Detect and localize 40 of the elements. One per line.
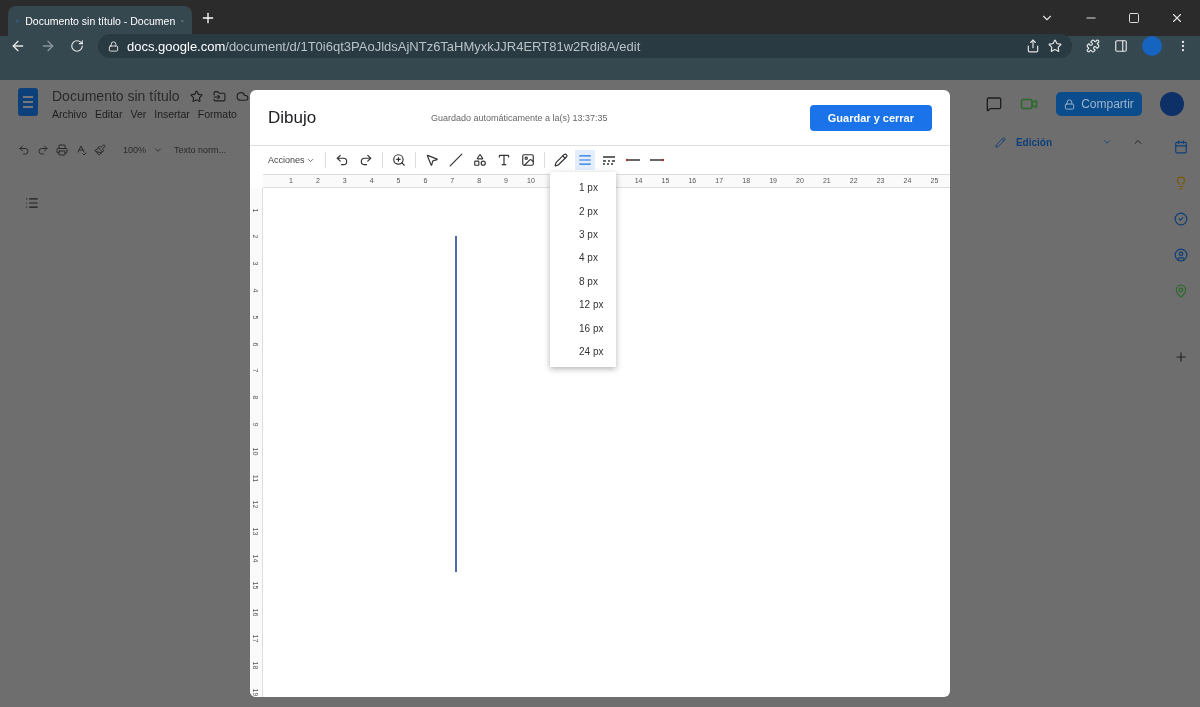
- menu-option[interactable]: 2 px: [550, 199, 616, 223]
- profile-avatar[interactable]: [1160, 92, 1184, 116]
- menu-option[interactable]: 8 px: [550, 269, 616, 293]
- line-start-icon[interactable]: [624, 157, 641, 164]
- address-bar[interactable]: docs.google.com/document/d/1T0i6qt3PAoJldsAjNTz6TaHMyxkJJR4ERT81w2Rdi8A/edit: [98, 34, 1072, 58]
- lock-icon: [1064, 98, 1076, 110]
- tab-title: Documento sin título - Documen: [25, 15, 176, 27]
- back-icon[interactable]: [10, 38, 26, 54]
- folder-icon[interactable]: [212, 89, 226, 103]
- url-host: docs.google.com: [127, 38, 226, 54]
- browser-tab[interactable]: Documento sin título - Documen: [8, 6, 192, 36]
- extensions-icon[interactable]: [1086, 39, 1100, 53]
- pencil-icon: [994, 136, 1006, 148]
- forward-icon[interactable]: [40, 38, 56, 54]
- dialog-title: Dibujo: [268, 107, 318, 128]
- new-tab-icon[interactable]: [200, 10, 216, 26]
- autosave-status: Guardado automáticamente a la(s) 13:37:35: [431, 112, 609, 123]
- menu-option[interactable]: 1 px: [550, 176, 616, 200]
- outline-icon[interactable]: [25, 196, 39, 210]
- menu-option[interactable]: 24 px: [550, 339, 616, 364]
- cloud-icon[interactable]: [235, 89, 249, 103]
- print-icon[interactable]: [56, 144, 68, 156]
- reload-icon[interactable]: [70, 39, 84, 53]
- menu-option[interactable]: 3 px: [550, 222, 616, 247]
- comment-icon[interactable]: [986, 96, 1002, 112]
- save-close-button[interactable]: Guardar y cerrar: [809, 104, 932, 131]
- url-path: /document/d/1T0i6qt3PAoJldsAjNTz6TaHMyxkJJR4ERT81w2Rdi8A/edit: [225, 38, 641, 54]
- side-panel-icon[interactable]: [1114, 39, 1128, 53]
- paint-format-icon[interactable]: [94, 144, 106, 156]
- menu-option[interactable]: 4 px: [550, 246, 616, 270]
- menu-option[interactable]: 16 px: [550, 316, 616, 340]
- share-icon[interactable]: [1026, 39, 1040, 53]
- spellcheck-icon[interactable]: [75, 144, 87, 156]
- line-end-icon[interactable]: [648, 157, 665, 164]
- maximize-icon[interactable]: [1128, 12, 1140, 24]
- lock-icon: [108, 40, 119, 52]
- star-icon[interactable]: [189, 89, 203, 103]
- share-button[interactable]: Compartir: [1056, 92, 1142, 116]
- actions-menu[interactable]: Acciones: [264, 155, 319, 166]
- menu-option[interactable]: 12 px: [550, 292, 616, 317]
